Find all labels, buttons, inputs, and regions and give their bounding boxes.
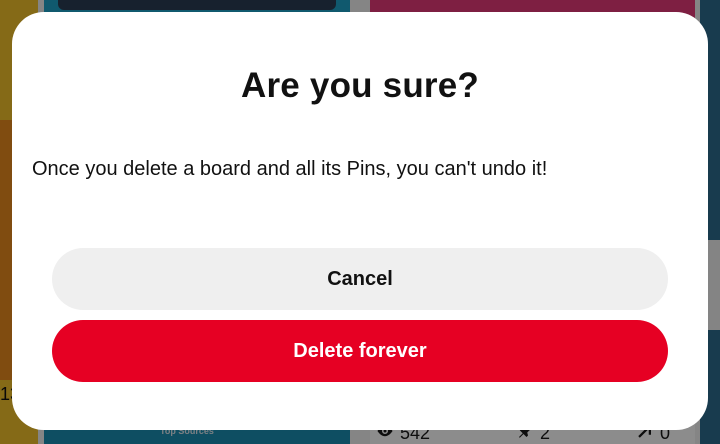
delete-forever-button[interactable]: Delete forever: [52, 320, 668, 382]
dialog-message: Once you delete a board and all its Pins…: [32, 158, 548, 180]
dialog-title: Are you sure?: [241, 66, 479, 105]
screen: 13 Top Sources 542 2 0 Are you sure? Onc…: [0, 0, 720, 444]
delete-board-dialog: Are you sure? Once you delete a board an…: [12, 12, 708, 430]
cancel-button[interactable]: Cancel: [52, 248, 668, 310]
